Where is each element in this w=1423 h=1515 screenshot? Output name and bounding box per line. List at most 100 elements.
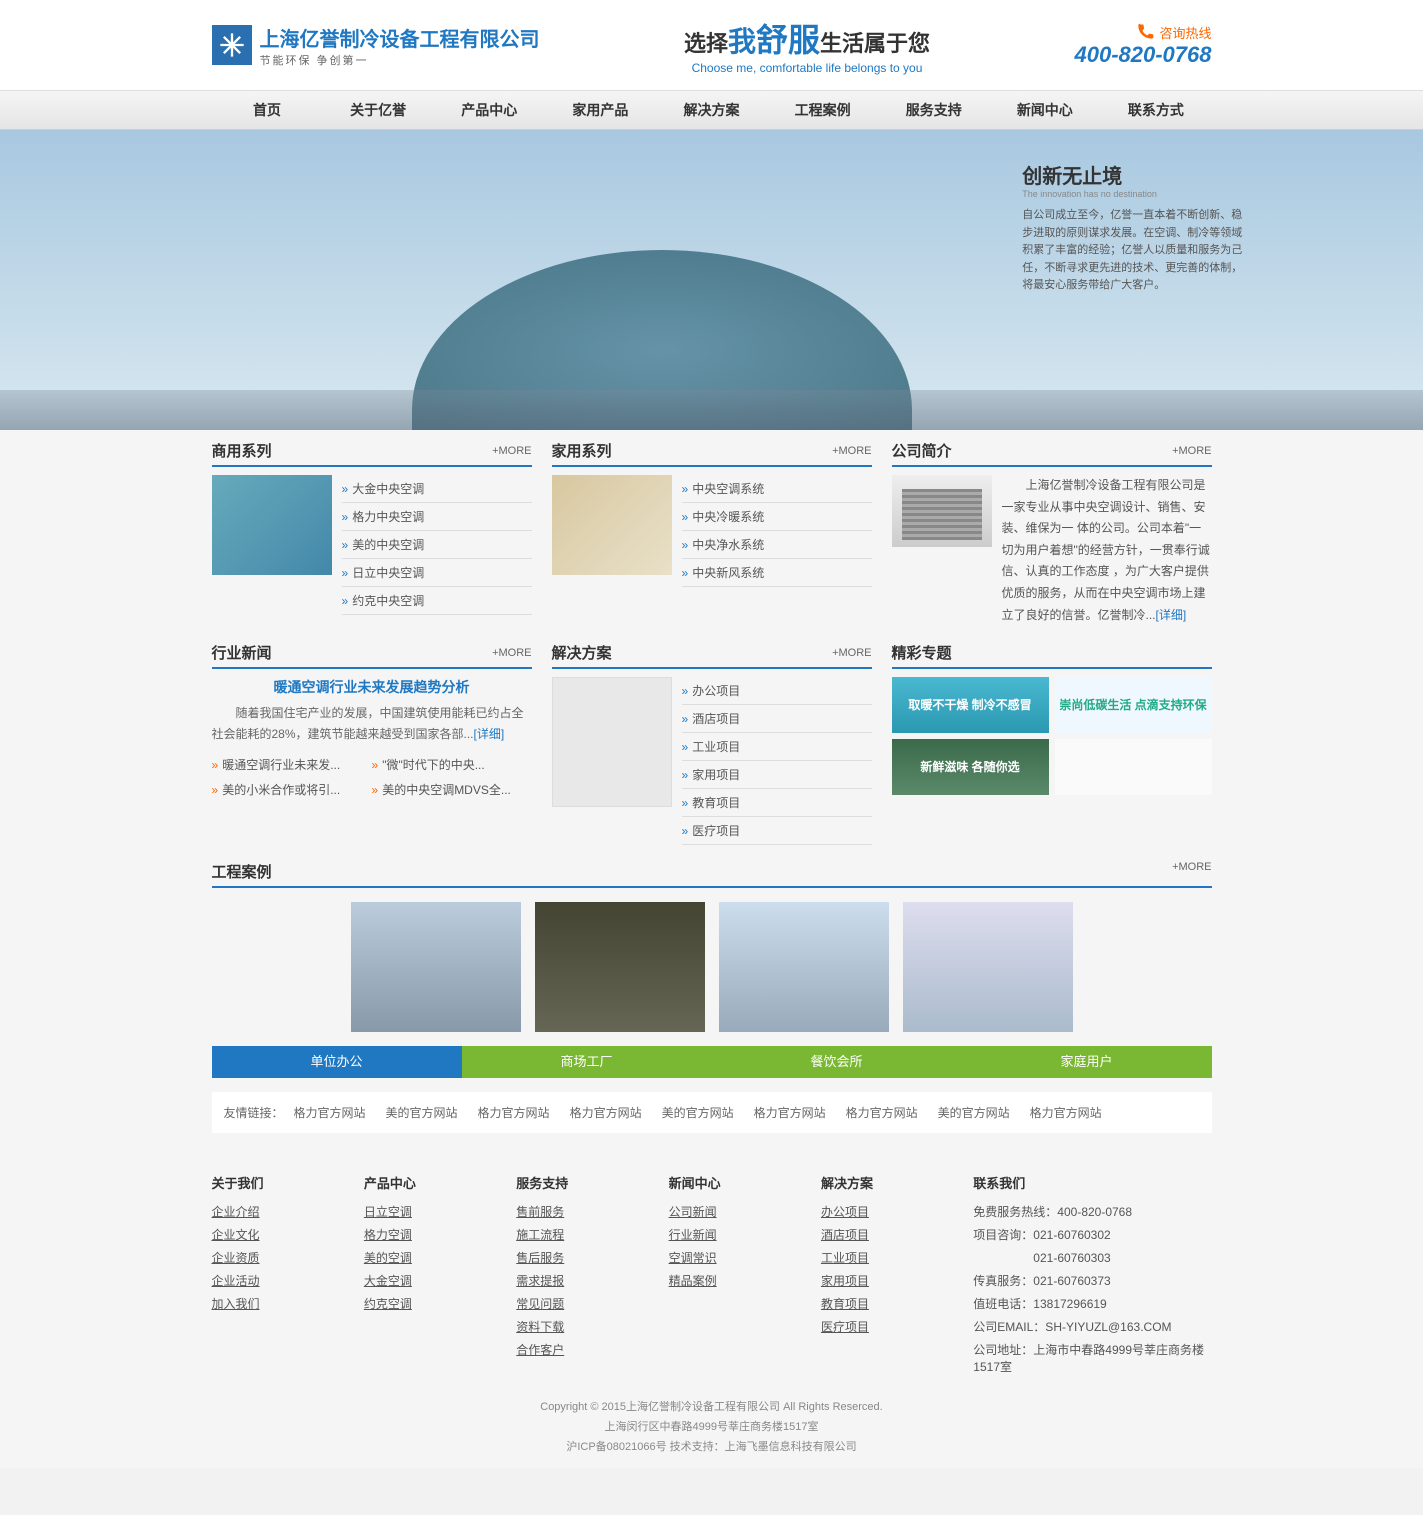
list-item[interactable]: 美的中央空调: [352, 538, 424, 552]
case-thumb[interactable]: [719, 902, 889, 1032]
commercial-more[interactable]: +MORE: [492, 445, 531, 457]
topic-card[interactable]: 崇尚低碳生活 点滴支持环保: [1055, 677, 1212, 733]
list-item[interactable]: 格力中央空调: [352, 510, 424, 524]
footer-link[interactable]: 常见问题: [516, 1297, 564, 1311]
news-link[interactable]: 美的小米合作或将引...: [212, 777, 372, 802]
list-item[interactable]: 教育项目: [692, 796, 740, 810]
footer-link[interactable]: 医疗项目: [821, 1320, 869, 1334]
nav-item[interactable]: 解决方案: [656, 91, 767, 129]
footer-col-title: 解决方案: [821, 1173, 953, 1192]
footer-link[interactable]: 加入我们: [212, 1297, 260, 1311]
case-tab[interactable]: 餐饮会所: [712, 1046, 962, 1078]
footer-link[interactable]: 美的空调: [364, 1251, 412, 1265]
footer-link[interactable]: 需求提报: [516, 1274, 564, 1288]
nav-item[interactable]: 新闻中心: [989, 91, 1100, 129]
solution-more[interactable]: +MORE: [832, 647, 871, 659]
footer-link[interactable]: 约克空调: [364, 1297, 412, 1311]
friend-link[interactable]: 格力官方网站: [478, 1106, 550, 1120]
footer-link[interactable]: 精品案例: [669, 1274, 717, 1288]
banner-desc: 自公司成立至今，亿誉一直本着不断创新、稳步进取的原则谋求发展。在空调、制冷等领域…: [1022, 207, 1252, 295]
footer-link[interactable]: 合作客户: [516, 1343, 564, 1357]
friend-link[interactable]: 格力官方网站: [570, 1106, 642, 1120]
company-profile: 公司简介+MORE 上海亿誉制冷设备工程有限公司是一家专业从事中央空调设计、销售…: [892, 440, 1212, 626]
nav-item[interactable]: 产品中心: [434, 91, 545, 129]
news-more[interactable]: +MORE: [492, 647, 531, 659]
footer-link[interactable]: 资料下载: [516, 1320, 564, 1334]
cases-more[interactable]: +MORE: [1172, 861, 1211, 882]
nav-item[interactable]: 联系方式: [1100, 91, 1211, 129]
list-item[interactable]: 大金中央空调: [352, 482, 424, 496]
list-item[interactable]: 家用项目: [692, 768, 740, 782]
solutions: 解决方案+MORE 办公项目酒店项目工业项目家用项目教育项目医疗项目: [552, 642, 872, 845]
case-tab[interactable]: 商场工厂: [462, 1046, 712, 1078]
friend-link[interactable]: 美的官方网站: [386, 1106, 458, 1120]
list-item[interactable]: 中央冷暖系统: [692, 510, 764, 524]
footer-link[interactable]: 酒店项目: [821, 1228, 869, 1242]
logo[interactable]: 上海亿誉制冷设备工程有限公司 节能环保 争创第一: [212, 23, 540, 68]
news-feature-title[interactable]: 暖通空调行业未来发展趋势分析: [212, 677, 532, 697]
list-item[interactable]: 中央空调系统: [692, 482, 764, 496]
list-item[interactable]: 医疗项目: [692, 824, 740, 838]
friend-link[interactable]: 美的官方网站: [938, 1106, 1010, 1120]
footer-link[interactable]: 售后服务: [516, 1251, 564, 1265]
maze-icon: [552, 677, 672, 807]
list-item[interactable]: 日立中央空调: [352, 566, 424, 580]
footer-link[interactable]: 企业资质: [212, 1251, 260, 1265]
footer-link[interactable]: 办公项目: [821, 1205, 869, 1219]
news-link[interactable]: 美的中央空调MDVS全...: [372, 777, 532, 802]
case-thumb[interactable]: [903, 902, 1073, 1032]
nav-item[interactable]: 首页: [212, 91, 323, 129]
list-item[interactable]: 约克中央空调: [352, 594, 424, 608]
case-tab[interactable]: 家庭用户: [962, 1046, 1212, 1078]
company-thumb: [892, 475, 992, 547]
topic-card[interactable]: 新鲜滋味 各随你选: [892, 739, 1049, 795]
list-item[interactable]: 工业项目: [692, 740, 740, 754]
footer-link[interactable]: 工业项目: [821, 1251, 869, 1265]
company-detail-link[interactable]: [详细]: [1156, 608, 1187, 622]
case-thumb[interactable]: [535, 902, 705, 1032]
nav-item[interactable]: 服务支持: [878, 91, 989, 129]
topic-card[interactable]: [1055, 739, 1212, 795]
footer-link[interactable]: 日立空调: [364, 1205, 412, 1219]
footer-link[interactable]: 售前服务: [516, 1205, 564, 1219]
nav-item[interactable]: 家用产品: [545, 91, 656, 129]
footer-link[interactable]: 企业活动: [212, 1274, 260, 1288]
company-more[interactable]: +MORE: [1172, 445, 1211, 457]
footer-link[interactable]: 大金空调: [364, 1274, 412, 1288]
footer-link[interactable]: 空调常识: [669, 1251, 717, 1265]
case-tab[interactable]: 单位办公: [212, 1046, 462, 1078]
news-link[interactable]: 暖通空调行业未来发...: [212, 752, 372, 777]
footer-col-title: 关于我们: [212, 1173, 344, 1192]
footer-link[interactable]: 企业文化: [212, 1228, 260, 1242]
friend-link[interactable]: 美的官方网站: [662, 1106, 734, 1120]
list-item[interactable]: 中央净水系统: [692, 538, 764, 552]
friend-link[interactable]: 格力官方网站: [846, 1106, 918, 1120]
friend-links: 友情链接：格力官方网站美的官方网站格力官方网站格力官方网站美的官方网站格力官方网…: [212, 1092, 1212, 1133]
commercial-thumb: [212, 475, 332, 575]
footer-link[interactable]: 施工流程: [516, 1228, 564, 1242]
list-item[interactable]: 酒店项目: [692, 712, 740, 726]
footer-link[interactable]: 家用项目: [821, 1274, 869, 1288]
footer-col-title: 服务支持: [516, 1173, 648, 1192]
case-thumb[interactable]: [351, 902, 521, 1032]
list-item[interactable]: 中央新风系统: [692, 566, 764, 580]
nav-item[interactable]: 关于亿誉: [323, 91, 434, 129]
friend-link[interactable]: 格力官方网站: [1030, 1106, 1102, 1120]
hotline: 咨询热线 400-820-0768: [1074, 22, 1211, 68]
footer-col-title: 新闻中心: [669, 1173, 801, 1192]
nav-item[interactable]: 工程案例: [767, 91, 878, 129]
list-item[interactable]: 办公项目: [692, 684, 740, 698]
contact-line: 免费服务热线：400-820-0768: [973, 1200, 1211, 1223]
friend-link[interactable]: 格力官方网站: [754, 1106, 826, 1120]
footer-link[interactable]: 教育项目: [821, 1297, 869, 1311]
news-link[interactable]: "微"时代下的中央...: [372, 752, 532, 777]
copyright-line: Copyright © 2015上海亿誉制冷设备工程有限公司 All Right…: [212, 1398, 1212, 1418]
footer-link[interactable]: 行业新闻: [669, 1228, 717, 1242]
news-detail-link[interactable]: [详细]: [474, 727, 505, 741]
topic-card[interactable]: 取暖不干燥 制冷不感冒: [892, 677, 1049, 733]
footer-link[interactable]: 企业介绍: [212, 1205, 260, 1219]
friend-link[interactable]: 格力官方网站: [294, 1106, 366, 1120]
footer-link[interactable]: 格力空调: [364, 1228, 412, 1242]
household-more[interactable]: +MORE: [832, 445, 871, 457]
footer-link[interactable]: 公司新闻: [669, 1205, 717, 1219]
